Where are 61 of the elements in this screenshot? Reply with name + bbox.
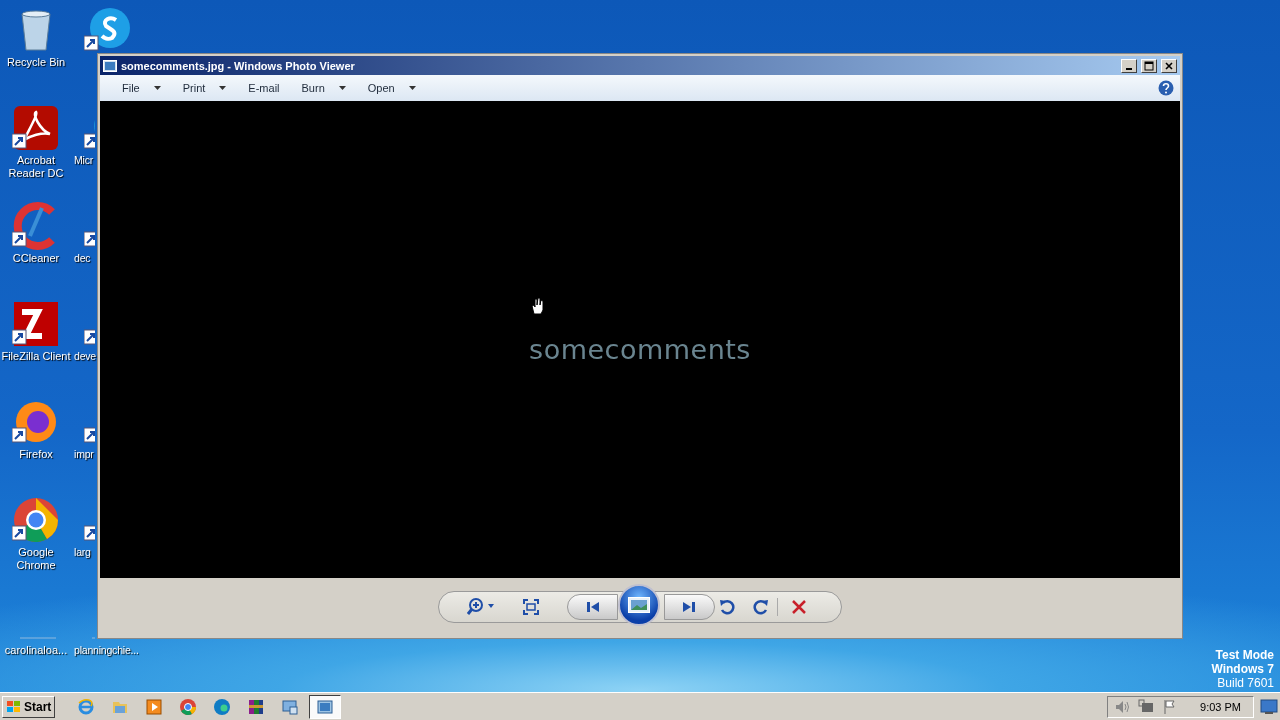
taskbar-app-button[interactable] [309,694,342,719]
clock: 9:03 PM [1200,700,1241,713]
image-text: somecomments [529,334,751,365]
network-icon[interactable] [1138,698,1155,715]
fit-icon [523,599,539,615]
icon-label: Firefox [19,448,53,461]
zoom-button[interactable] [467,598,495,616]
next-icon [682,601,696,613]
app-icon [213,697,232,716]
menu-button[interactable]: File [118,79,165,97]
next-button[interactable] [664,594,715,620]
menu-button[interactable]: Open [363,79,420,97]
app-icon [77,697,96,716]
maximize-button[interactable] [1141,58,1157,73]
close-button[interactable] [1161,58,1177,73]
landscape-icon [628,597,650,613]
icon-label: impr [74,448,94,461]
icon-label: deve [74,350,96,363]
menu-button[interactable]: Print [178,79,231,97]
app-icon [281,697,300,716]
previous-icon [586,601,600,613]
window-title: somecomments.jpg - Windows Photo Viewer [121,59,356,72]
windows-logo-icon [6,699,22,714]
app-icon [179,697,198,716]
app-icon [103,59,117,72]
rotate-left-button[interactable] [719,599,735,615]
app-icon [316,697,335,716]
icon-label: carolinaloa... [4,644,68,657]
app-icon [145,697,164,716]
slide-show-button[interactable] [618,584,660,626]
rotate-right-icon [753,599,769,615]
os-notice-text: Windows 7 [1211,662,1274,676]
icon-label: Google Chrome [15,546,57,572]
menu-button[interactable]: Burn [297,79,350,97]
icon-label: planningchie... [74,644,139,657]
rotate-right-button[interactable] [753,599,769,615]
previous-button[interactable] [567,594,618,620]
icon-label: Acrobat Reader DC [7,154,65,180]
delete-button[interactable] [792,600,806,614]
menu-button[interactable]: E-mail [244,79,284,97]
zoom-icon [467,598,495,616]
hand-cursor-icon [530,297,544,315]
app-icon [247,697,266,716]
show-desktop-icon[interactable] [1260,698,1278,715]
fit-to-window-button[interactable] [523,599,539,615]
minimize-button[interactable] [1121,58,1137,73]
icon-label: Recycle Bin [6,56,66,69]
minimize-icon [1126,67,1132,70]
icon-label: Micr [74,154,94,167]
icon-label: CCleaner [12,252,60,265]
os-notice-text: Build 7601 [1217,676,1274,690]
close-icon [1164,60,1174,71]
help-icon[interactable] [1158,80,1174,96]
icon-label: FileZilla Client [1,350,71,363]
os-notice-text: Test Mode [1215,648,1274,662]
rotate-left-icon [719,599,735,615]
maximize-icon [1144,60,1154,71]
icon-label: larg [74,546,91,559]
icon-label: dec [74,252,91,265]
start-button[interactable]: Start [2,695,56,718]
delete-icon [792,600,806,614]
